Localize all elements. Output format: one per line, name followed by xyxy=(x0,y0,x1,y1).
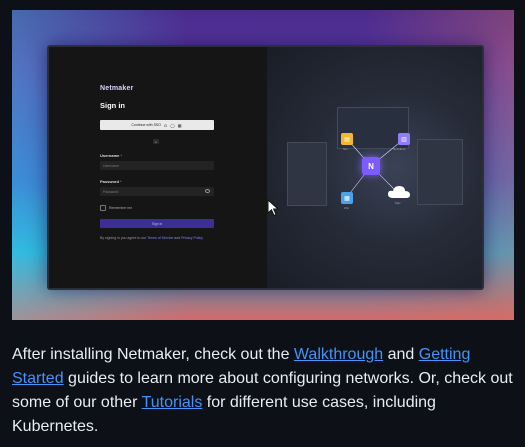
remember-me[interactable]: Remember me xyxy=(100,205,132,211)
netmaker-hub-icon: N xyxy=(362,157,380,175)
node-label: Net xyxy=(343,147,348,151)
document-icon: ▤ xyxy=(341,133,353,145)
cloud-icon xyxy=(388,186,410,198)
terms-text: By signing in you agree to our Terms of … xyxy=(100,236,203,240)
password-placeholder: Password xyxy=(103,189,119,194)
username-label: Username * xyxy=(100,153,123,158)
signin-button[interactable]: Sign in xyxy=(100,219,214,228)
username-placeholder: Username xyxy=(103,163,120,168)
mouse-cursor-icon xyxy=(267,199,280,217)
sso-button-label: Continue with SSO xyxy=(131,123,161,127)
walkthrough-link[interactable]: Walkthrough xyxy=(294,346,383,363)
description-paragraph: After installing Netmaker, check out the… xyxy=(12,346,513,435)
password-field[interactable]: Password xyxy=(100,187,214,196)
signin-button-label: Sign in xyxy=(151,221,163,226)
password-label: Password * xyxy=(100,179,122,184)
privacy-link[interactable]: Privacy Policy xyxy=(181,236,203,240)
network-illustration: ▤ Net ▥ NetClient ▦ Win N Mac xyxy=(267,47,482,288)
tutorials-link[interactable]: Tutorials xyxy=(142,394,203,411)
server-icon: ▥ xyxy=(398,133,410,145)
sso-button[interactable]: Continue with SSO G ◯ ▦ xyxy=(100,120,214,130)
windows-icon: ▦ xyxy=(341,192,353,204)
remember-label: Remember me xyxy=(109,206,133,210)
login-panel: Netmaker Sign in Continue with SSO G ◯ ▦… xyxy=(49,47,267,288)
sso-provider-icons: G ◯ ▦ xyxy=(163,122,183,128)
or-divider: or xyxy=(153,139,159,144)
netmaker-logo: Netmaker xyxy=(100,85,134,92)
hero-image: Netmaker Sign in Continue with SSO G ◯ ▦… xyxy=(12,10,514,320)
eye-icon[interactable] xyxy=(205,189,210,193)
remember-checkbox[interactable] xyxy=(100,205,106,211)
node-label: Win xyxy=(344,206,350,210)
app-window-preview: Netmaker Sign in Continue with SSO G ◯ ▦… xyxy=(47,45,484,290)
username-field[interactable]: Username xyxy=(100,161,214,170)
terms-link[interactable]: Terms of Service xyxy=(147,236,173,240)
node-label: NetClient xyxy=(393,147,406,151)
signin-title: Sign in xyxy=(100,101,125,110)
node-label: Mac xyxy=(395,201,401,205)
